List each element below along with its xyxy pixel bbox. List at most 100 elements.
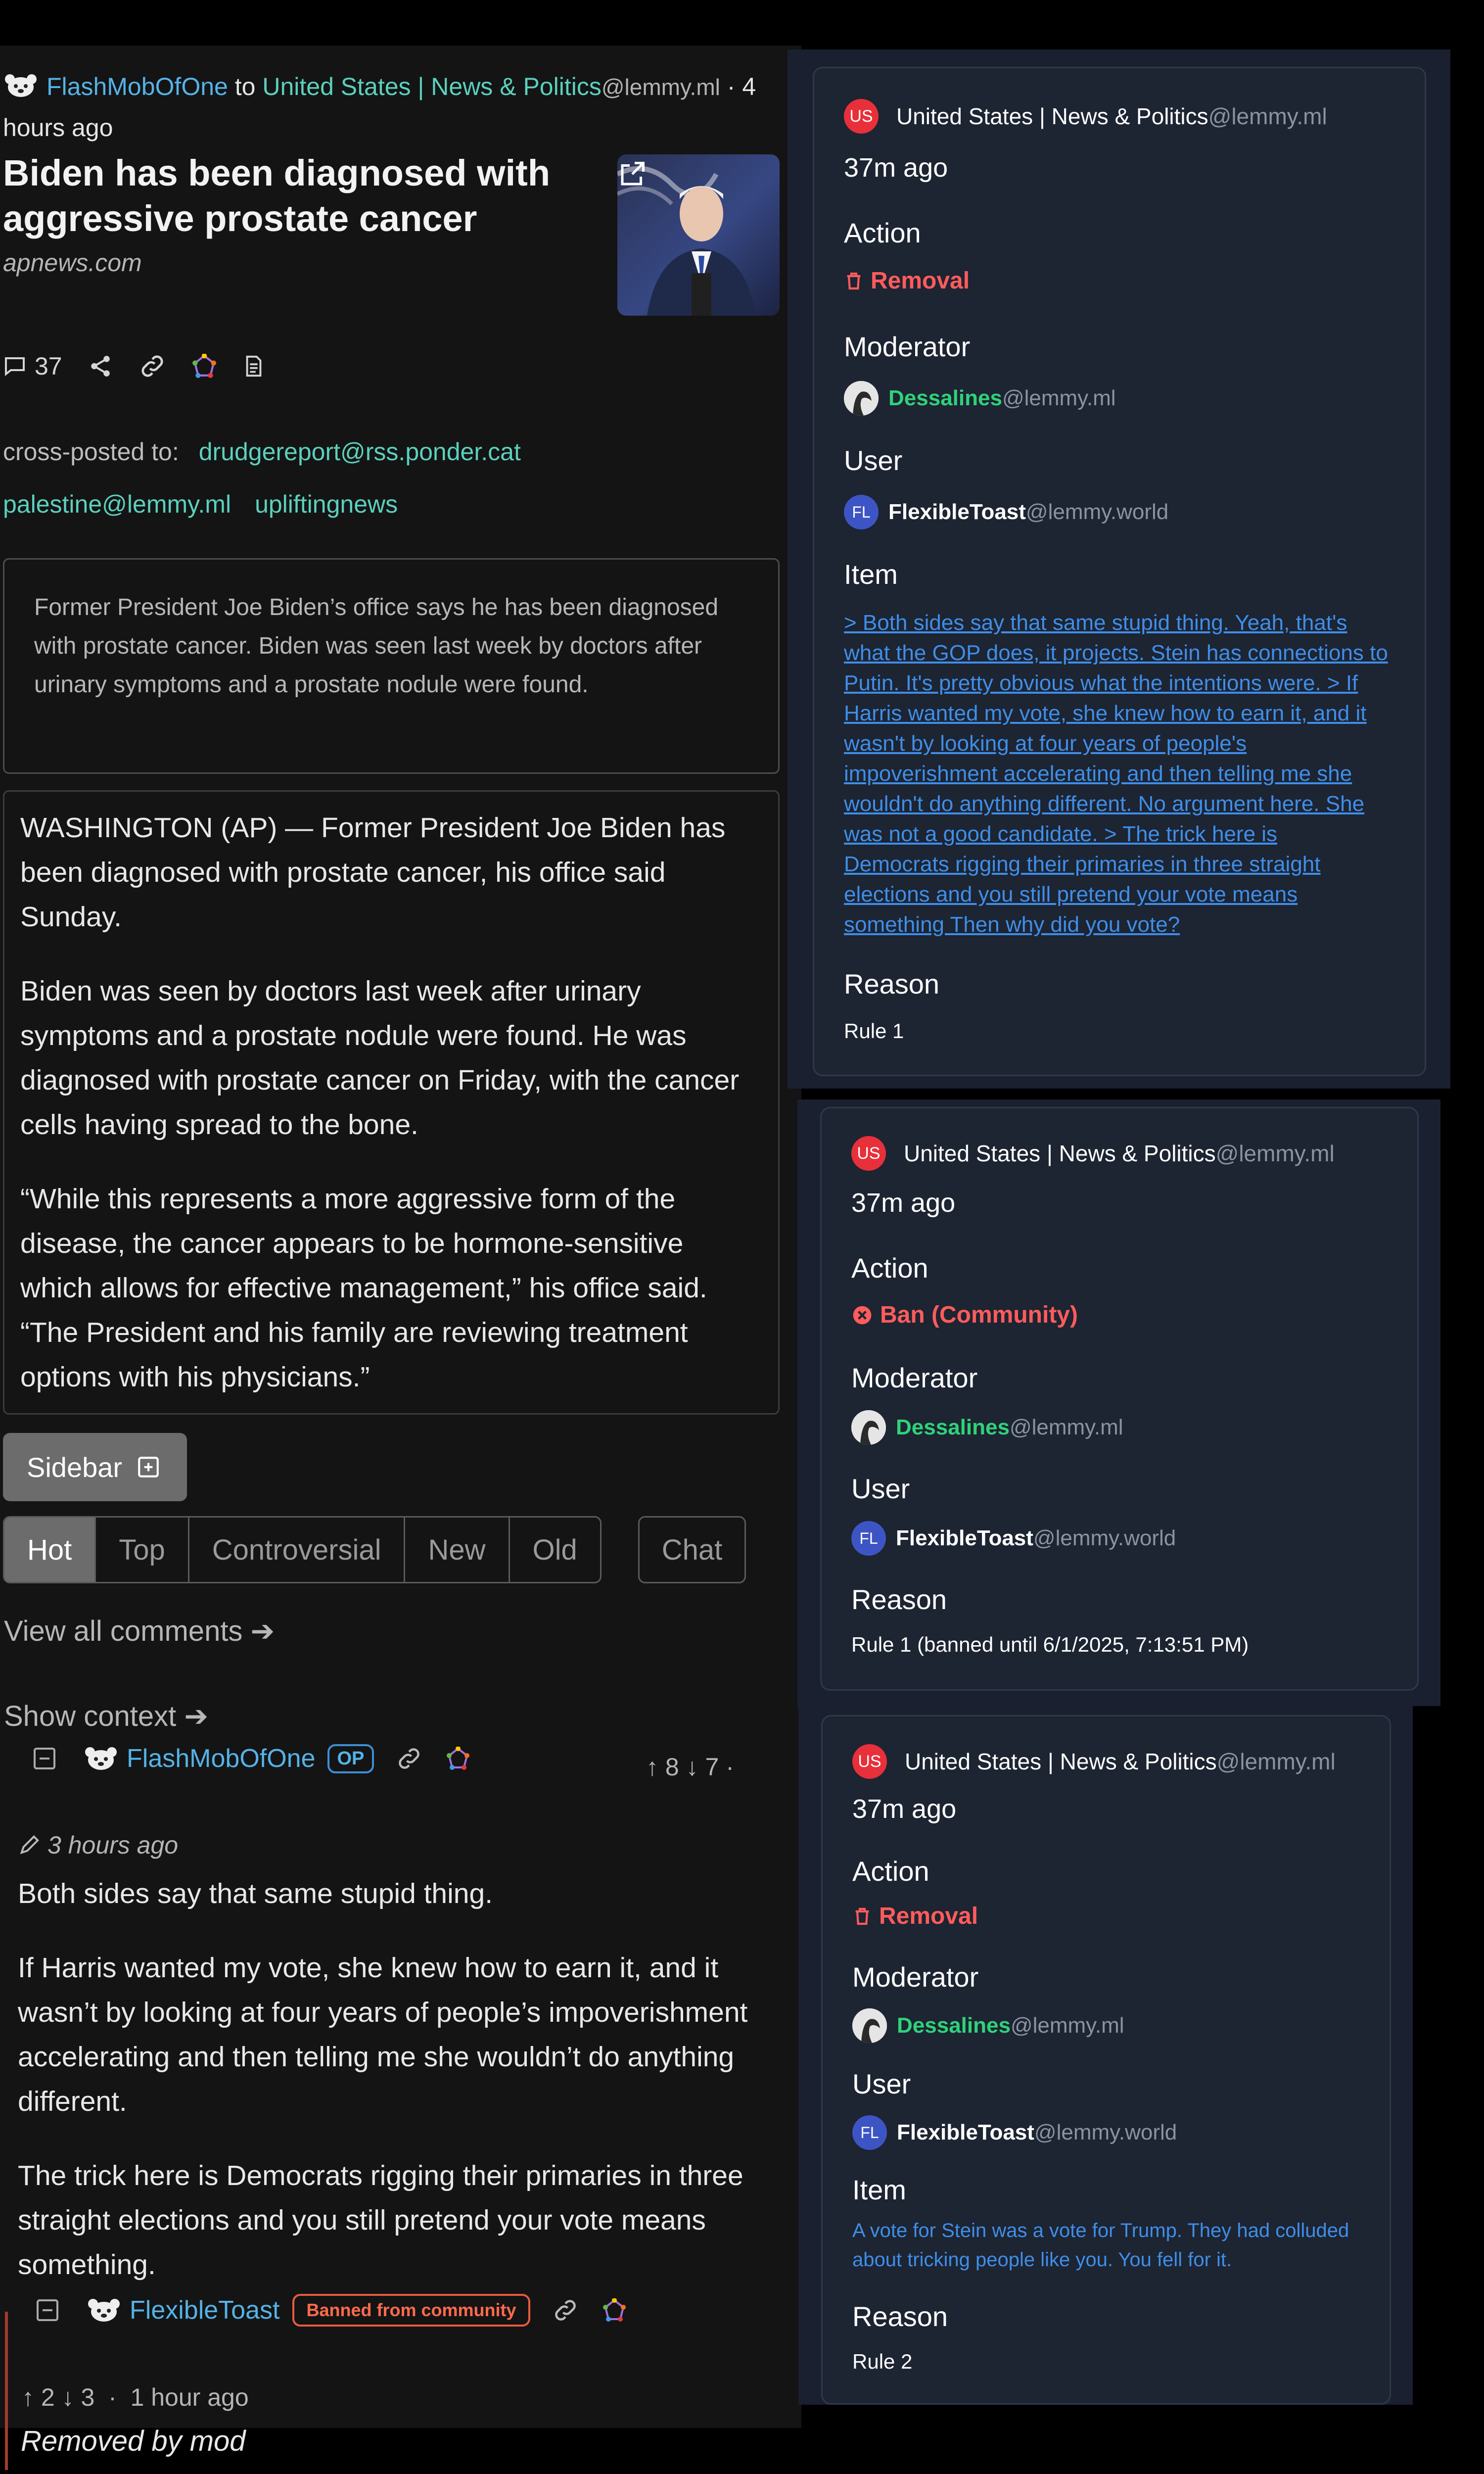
moderator-name: Dessalines: [896, 1415, 1010, 1439]
post-author-link[interactable]: FlashMobOfOne: [46, 73, 228, 100]
user-name: FlexibleToast: [896, 1526, 1033, 1550]
post-age-cont: hours ago: [3, 114, 113, 142]
moderator-name: Dessalines: [888, 386, 1002, 410]
chat-button[interactable]: Chat: [638, 1516, 746, 1583]
comment-votes[interactable]: ↑ 2 ↓ 3 · 1 hour ago: [22, 2383, 249, 2412]
bear-avatar-icon: [88, 2299, 120, 2322]
crosspost-link[interactable]: palestine@lemmy.ml: [3, 490, 231, 518]
moderator-name: Dessalines: [897, 2013, 1011, 2038]
post-meta: FlashMobOfOne to United States | News & …: [3, 66, 785, 148]
user-row[interactable]: FL FlexibleToast @lemmy.world: [852, 2115, 1177, 2150]
moderator-avatar: [844, 381, 879, 416]
sort-controversial[interactable]: Controversial: [189, 1518, 406, 1582]
reason-label: Reason: [852, 2301, 948, 2332]
fediverse-icon[interactable]: [603, 2298, 626, 2322]
moderator-label: Moderator: [844, 331, 971, 362]
moderator-avatar: [851, 1410, 886, 1445]
reason-label: Reason: [851, 1584, 947, 1615]
modlog-action: Removal: [844, 267, 970, 294]
moderator-row[interactable]: Dessalines @lemmy.ml: [851, 1410, 1123, 1445]
comment-time: 1 hour ago: [130, 2383, 249, 2411]
user-avatar: FL: [851, 1521, 886, 1556]
comment-header: FlexibleToast Banned from community: [37, 2294, 626, 2327]
post-thumbnail[interactable]: [617, 154, 780, 316]
link-icon[interactable]: [552, 2297, 579, 2324]
comment-count: 37: [35, 352, 62, 380]
community-instance: @lemmy.ml: [601, 74, 720, 100]
to-word: to: [234, 73, 256, 100]
op-badge: OP: [327, 1744, 374, 1773]
comment-time: 3 hours ago: [47, 1831, 179, 1859]
post-page: FlashMobOfOne to United States | News & …: [0, 46, 801, 2470]
crosspost-link[interactable]: drudgereport@rss.ponder.cat: [199, 438, 521, 466]
community-flag-icon: US: [852, 1744, 887, 1779]
comment-paragraph: The trick here is Democrats rigging thei…: [18, 2160, 743, 2281]
user-instance: @lemmy.world: [1034, 2120, 1177, 2144]
text-icon[interactable]: [242, 354, 265, 379]
post-paragraph: WASHINGTON (AP) — Former President Joe B…: [20, 812, 726, 933]
user-avatar: FL: [844, 495, 879, 529]
user-label: User: [844, 445, 903, 476]
action-label: Action: [844, 217, 921, 248]
modlog-action: Ban (Community): [851, 1301, 1078, 1329]
post-paragraph: “While this represents a more aggressive…: [20, 1183, 707, 1393]
removed-notice: Removed by mod: [21, 2425, 246, 2457]
community-instance: @lemmy.ml: [1208, 103, 1327, 129]
action-value: Removal: [879, 1903, 978, 1929]
pencil-icon: [20, 1835, 39, 1855]
action-value: Removal: [871, 268, 970, 294]
modlog-community[interactable]: US United States | News & Politics @lemmy…: [852, 1744, 1336, 1779]
external-link-icon[interactable]: [617, 159, 647, 189]
post-actions: 37: [3, 346, 265, 386]
view-all-comments-link[interactable]: View all comments ➔: [4, 1614, 275, 1648]
comment-body: Both sides say that same stupid thing. I…: [18, 1871, 780, 2317]
fediverse-icon[interactable]: [446, 1747, 470, 1770]
comment-icon: [5, 357, 25, 377]
sidebar-label: Sidebar: [27, 1451, 123, 1483]
post-age: · 4: [727, 73, 756, 100]
community-name: United States | News & Politics: [904, 1141, 1216, 1166]
collapse-icon[interactable]: [34, 1748, 55, 1769]
action-label: Action: [852, 1856, 929, 1887]
crosspost-link[interactable]: upliftingnews: [255, 490, 398, 518]
reason-value: Rule 1 (banned until 6/1/2025, 7:13:51 P…: [851, 1633, 1249, 1656]
post-domain[interactable]: apnews.com: [3, 248, 142, 277]
modlog-community[interactable]: US United States | News & Politics @lemmy…: [844, 99, 1327, 134]
removed-item-text[interactable]: A vote for Stein was a vote for Trump. T…: [852, 2216, 1396, 2275]
comment-sort-group: Hot Top Controversial New Old: [3, 1516, 602, 1583]
sort-top[interactable]: Top: [96, 1518, 189, 1582]
user-row[interactable]: FL FlexibleToast @lemmy.world: [851, 1521, 1176, 1556]
link-icon[interactable]: [396, 1745, 422, 1772]
item-label: Item: [844, 559, 898, 590]
modlog-community[interactable]: US United States | News & Politics @lemmy…: [851, 1136, 1335, 1171]
sort-new[interactable]: New: [405, 1518, 510, 1582]
user-label: User: [851, 1473, 910, 1504]
trash-icon: [847, 272, 861, 289]
collapse-icon[interactable]: [37, 2299, 58, 2321]
sort-old[interactable]: Old: [510, 1518, 600, 1582]
fediverse-icon[interactable]: [192, 354, 217, 379]
share-icon[interactable]: [88, 354, 113, 379]
comment-author-link[interactable]: FlexibleToast: [130, 2295, 279, 2325]
sort-hot[interactable]: Hot: [4, 1518, 96, 1582]
moderator-row[interactable]: Dessalines @lemmy.ml: [852, 2008, 1124, 2043]
comment-votes[interactable]: ↑ 8 ↓ 7 ·: [646, 1753, 734, 1781]
comments-button[interactable]: 37: [3, 352, 62, 381]
plus-square-icon: [138, 1457, 159, 1477]
reason-value: Rule 2: [852, 2350, 913, 2373]
removed-item-link[interactable]: > Both sides say that same stupid thing.…: [844, 608, 1388, 940]
action-value: Ban (Community): [880, 1302, 1078, 1328]
comment-author-link[interactable]: FlashMobOfOne: [127, 1744, 316, 1773]
moderator-row[interactable]: Dessalines @lemmy.ml: [844, 381, 1116, 416]
user-row[interactable]: FL FlexibleToast @lemmy.world: [844, 495, 1168, 529]
modlog-entry: US United States | News & Politics @lemmy…: [821, 1715, 1391, 2405]
moderator-instance: @lemmy.ml: [1010, 2013, 1124, 2038]
sidebar-toggle-button[interactable]: Sidebar: [3, 1433, 187, 1501]
moderator-label: Moderator: [851, 1362, 978, 1393]
link-icon[interactable]: [139, 352, 166, 380]
moderator-label: Moderator: [852, 1961, 979, 1993]
moderator-instance: @lemmy.ml: [1002, 386, 1116, 410]
community-link[interactable]: United States | News & Politics: [262, 73, 601, 100]
post-title[interactable]: Biden has been diagnosed with aggressive…: [3, 150, 587, 241]
show-context-link[interactable]: Show context ➔: [4, 1699, 208, 1733]
